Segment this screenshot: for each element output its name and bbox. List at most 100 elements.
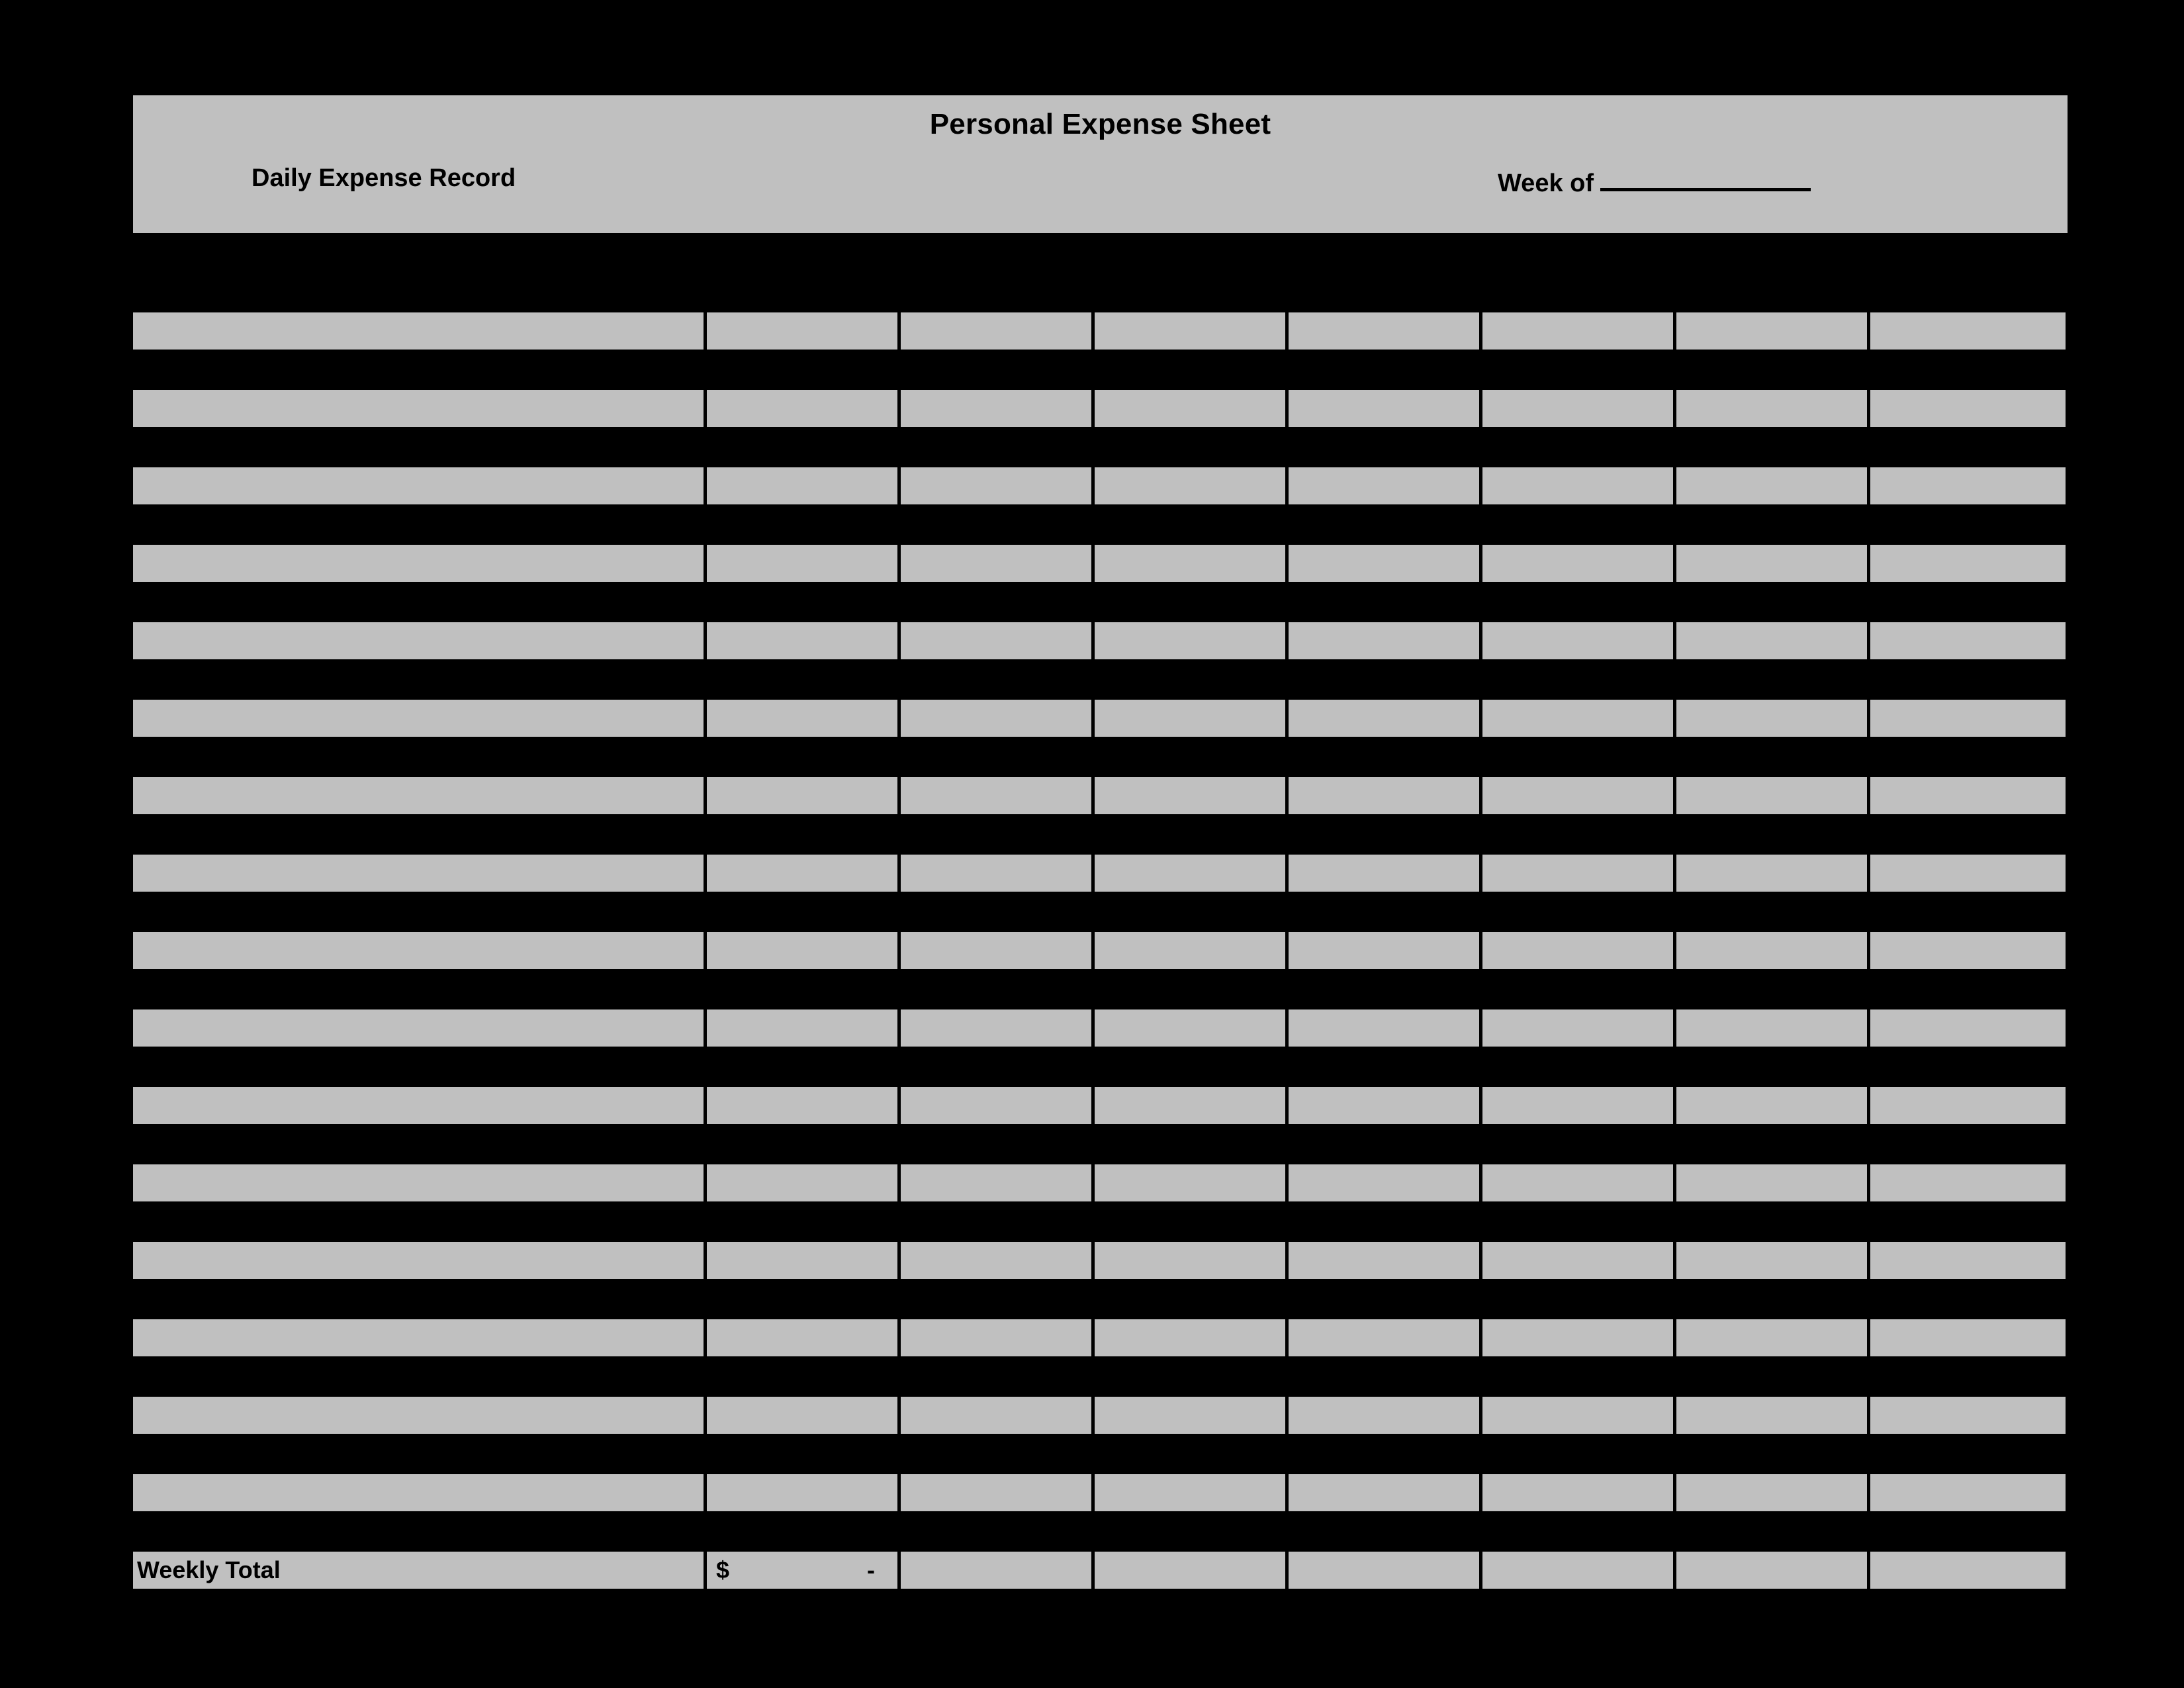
cell-amount[interactable]	[1289, 545, 1482, 582]
cell-amount[interactable]	[1676, 1087, 1870, 1124]
cell-amount[interactable]	[1870, 545, 2066, 582]
cell-amount[interactable]	[901, 467, 1095, 504]
cell-amount[interactable]	[1482, 777, 1676, 814]
cell-amount[interactable]	[901, 1474, 1095, 1511]
cell-amount[interactable]	[901, 1164, 1095, 1201]
cell-description[interactable]	[133, 1009, 707, 1047]
cell-amount[interactable]	[1676, 390, 1870, 427]
cell-description[interactable]	[133, 545, 707, 582]
weekly-total-amount-cell[interactable]: $ -	[707, 1552, 901, 1589]
cell-amount[interactable]	[1676, 1242, 1870, 1279]
cell-amount[interactable]	[707, 1242, 901, 1279]
cell-amount[interactable]	[1482, 312, 1676, 350]
cell-amount[interactable]	[707, 1474, 901, 1511]
cell-amount[interactable]	[1095, 932, 1289, 969]
cell-amount[interactable]	[1289, 932, 1482, 969]
cell-amount[interactable]	[1482, 1319, 1676, 1356]
cell-amount[interactable]	[901, 1009, 1095, 1047]
cell-description[interactable]	[133, 1397, 707, 1434]
cell-amount[interactable]	[1870, 777, 2066, 814]
cell-description[interactable]	[133, 1242, 707, 1279]
cell-amount[interactable]	[1870, 1319, 2066, 1356]
cell-amount[interactable]	[1676, 1319, 1870, 1356]
cell-amount[interactable]	[1482, 390, 1676, 427]
cell-amount[interactable]	[1095, 1087, 1289, 1124]
cell-amount[interactable]	[1289, 1087, 1482, 1124]
cell-amount[interactable]	[707, 700, 901, 737]
weekly-total-cell-5[interactable]	[1482, 1552, 1676, 1589]
cell-amount[interactable]	[1482, 622, 1676, 659]
weekly-total-cell-6[interactable]	[1676, 1552, 1870, 1589]
cell-amount[interactable]	[1095, 312, 1289, 350]
cell-amount[interactable]	[901, 1397, 1095, 1434]
cell-amount[interactable]	[1289, 1164, 1482, 1201]
cell-amount[interactable]	[1676, 1009, 1870, 1047]
cell-amount[interactable]	[1676, 1164, 1870, 1201]
cell-amount[interactable]	[901, 545, 1095, 582]
cell-amount[interactable]	[707, 467, 901, 504]
cell-description[interactable]	[133, 700, 707, 737]
cell-amount[interactable]	[1870, 622, 2066, 659]
cell-amount[interactable]	[1095, 1009, 1289, 1047]
cell-amount[interactable]	[901, 1242, 1095, 1279]
cell-amount[interactable]	[707, 390, 901, 427]
cell-amount[interactable]	[1676, 312, 1870, 350]
cell-description[interactable]	[133, 467, 707, 504]
cell-amount[interactable]	[1870, 932, 2066, 969]
cell-amount[interactable]	[1289, 855, 1482, 892]
cell-amount[interactable]	[1289, 1474, 1482, 1511]
cell-amount[interactable]	[901, 700, 1095, 737]
cell-amount[interactable]	[1289, 622, 1482, 659]
cell-amount[interactable]	[1289, 1397, 1482, 1434]
cell-amount[interactable]	[1676, 1474, 1870, 1511]
weekly-total-cell-3[interactable]	[1095, 1552, 1289, 1589]
cell-amount[interactable]	[1482, 855, 1676, 892]
cell-amount[interactable]	[1482, 700, 1676, 737]
cell-amount[interactable]	[1095, 1474, 1289, 1511]
cell-amount[interactable]	[1289, 390, 1482, 427]
cell-amount[interactable]	[1095, 777, 1289, 814]
cell-description[interactable]	[133, 1087, 707, 1124]
cell-amount[interactable]	[1289, 700, 1482, 737]
cell-description[interactable]	[133, 1164, 707, 1201]
cell-amount[interactable]	[1095, 855, 1289, 892]
cell-amount[interactable]	[1676, 467, 1870, 504]
cell-amount[interactable]	[1482, 1242, 1676, 1279]
cell-amount[interactable]	[707, 855, 901, 892]
cell-amount[interactable]	[1676, 622, 1870, 659]
cell-amount[interactable]	[1870, 1242, 2066, 1279]
cell-description[interactable]	[133, 622, 707, 659]
cell-amount[interactable]	[707, 1087, 901, 1124]
cell-amount[interactable]	[901, 932, 1095, 969]
cell-amount[interactable]	[1289, 777, 1482, 814]
cell-amount[interactable]	[901, 855, 1095, 892]
cell-amount[interactable]	[707, 1009, 901, 1047]
cell-amount[interactable]	[707, 545, 901, 582]
cell-amount[interactable]	[1289, 467, 1482, 504]
cell-amount[interactable]	[1870, 1474, 2066, 1511]
cell-amount[interactable]	[901, 622, 1095, 659]
cell-amount[interactable]	[707, 312, 901, 350]
cell-description[interactable]	[133, 1319, 707, 1356]
cell-amount[interactable]	[1095, 545, 1289, 582]
cell-amount[interactable]	[1870, 855, 2066, 892]
week-of-input[interactable]	[1600, 164, 1811, 191]
cell-amount[interactable]	[1095, 622, 1289, 659]
cell-amount[interactable]	[1289, 1319, 1482, 1356]
cell-amount[interactable]	[707, 1319, 901, 1356]
week-of-field[interactable]: Week of	[1498, 164, 1811, 198]
cell-amount[interactable]	[1095, 1397, 1289, 1434]
cell-amount[interactable]	[707, 777, 901, 814]
cell-amount[interactable]	[1482, 1009, 1676, 1047]
cell-amount[interactable]	[1676, 932, 1870, 969]
cell-amount[interactable]	[1095, 700, 1289, 737]
cell-amount[interactable]	[1676, 777, 1870, 814]
cell-description[interactable]	[133, 932, 707, 969]
cell-amount[interactable]	[1095, 390, 1289, 427]
cell-amount[interactable]	[707, 1164, 901, 1201]
cell-amount[interactable]	[1095, 1319, 1289, 1356]
cell-amount[interactable]	[1870, 700, 2066, 737]
cell-amount[interactable]	[1289, 312, 1482, 350]
cell-amount[interactable]	[901, 1319, 1095, 1356]
cell-amount[interactable]	[1289, 1242, 1482, 1279]
